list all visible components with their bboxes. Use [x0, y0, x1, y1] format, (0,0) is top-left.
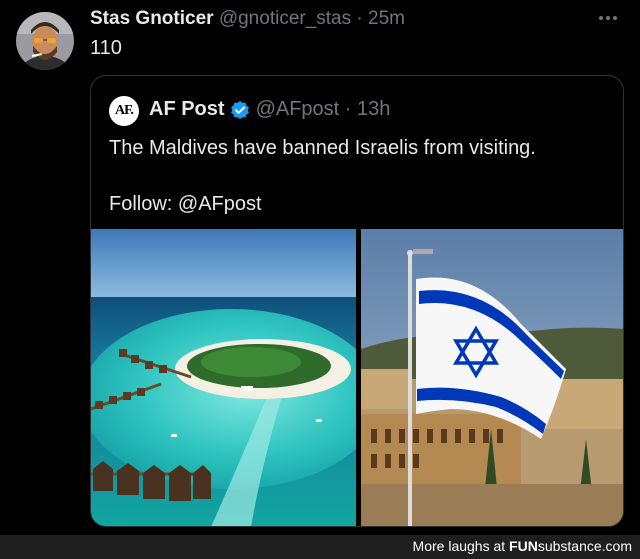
watermark-brand-bold: FUN — [509, 538, 538, 554]
israel-flag-image[interactable] — [361, 229, 623, 526]
author-handle-time[interactable]: @gnoticer_stas · 25m — [219, 8, 405, 29]
quoted-author-name[interactable]: AF Post — [149, 98, 225, 121]
quoted-follow-text: Follow: @AFpost — [109, 193, 262, 215]
quoted-tweet-header: AF Post @AFpost · 13h — [149, 98, 390, 121]
quoted-handle-time[interactable]: @AFpost · 13h — [256, 98, 391, 121]
avatar-image — [16, 12, 74, 70]
author-name[interactable]: Stas Gnoticer — [90, 8, 214, 29]
tweet-text: 110 — [90, 37, 122, 59]
watermark-brand-rest: substance.com — [537, 538, 632, 554]
quoted-tweet-text: The Maldives have banned Israelis from v… — [109, 137, 536, 159]
avatar[interactable] — [16, 12, 74, 70]
watermark-text: More laughs at FUNsubstance.com — [413, 538, 632, 554]
verified-badge-icon — [230, 100, 249, 119]
quoted-avatar-logo[interactable]: AF. — [109, 96, 139, 126]
maldives-resort-image[interactable] — [91, 229, 356, 526]
tweet-header: Stas Gnoticer @gnoticer_stas · 25m — [90, 8, 405, 30]
more-options-icon[interactable] — [596, 10, 620, 26]
quoted-tweet-card[interactable]: AF. AF Post @AFpost · 13h The Maldives h… — [90, 75, 624, 527]
watermark-footer: More laughs at FUNsubstance.com — [0, 535, 640, 559]
watermark-prefix: More laughs at — [412, 538, 506, 554]
